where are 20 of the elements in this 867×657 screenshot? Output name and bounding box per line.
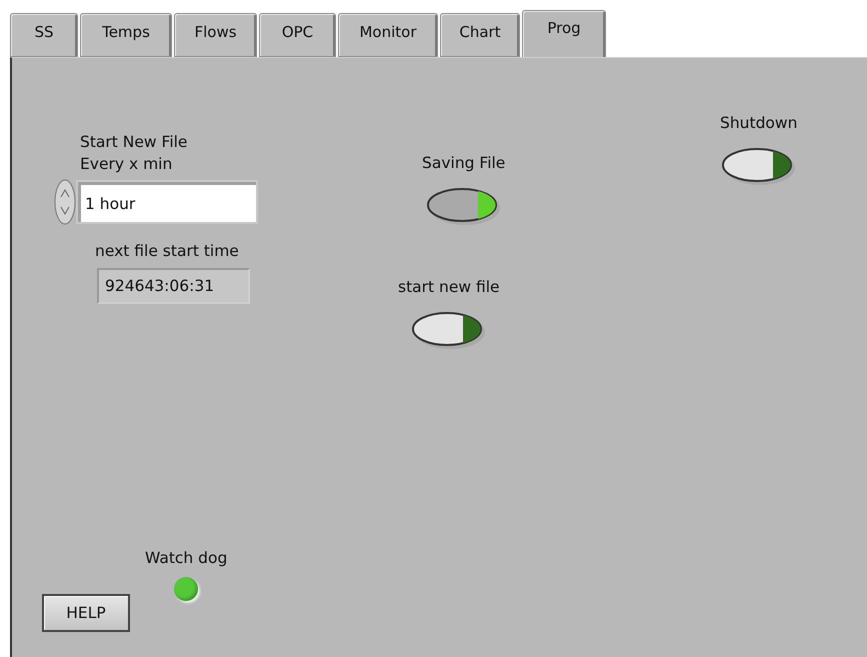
switch-label: start new file <box>398 277 500 298</box>
tab[interactable]: Flows <box>174 13 257 57</box>
tab[interactable]: OPC <box>259 13 336 57</box>
toggle-switch[interactable] <box>410 310 487 350</box>
control-label: Start New File Every x min <box>80 132 188 175</box>
tab[interactable]: Monitor <box>338 13 438 57</box>
minutes-field[interactable]: 1 hour <box>78 182 256 222</box>
toggle-switch[interactable] <box>426 186 502 226</box>
tab[interactable]: Prog <box>522 10 606 57</box>
help-button[interactable]: HELP <box>42 594 130 632</box>
tab[interactable]: Chart <box>440 13 520 57</box>
time-display: 924643:06:31 <box>97 268 250 304</box>
tab[interactable]: SS <box>10 13 78 57</box>
led-label: Watch dog <box>145 548 228 569</box>
control-label: next file start time <box>95 241 239 262</box>
toggle-switch[interactable] <box>720 146 797 186</box>
switch-label: Shutdown <box>720 113 798 134</box>
switch-label: Saving File <box>422 153 506 174</box>
spinner-icon[interactable] <box>54 179 76 225</box>
tab[interactable]: Temps <box>80 13 172 57</box>
